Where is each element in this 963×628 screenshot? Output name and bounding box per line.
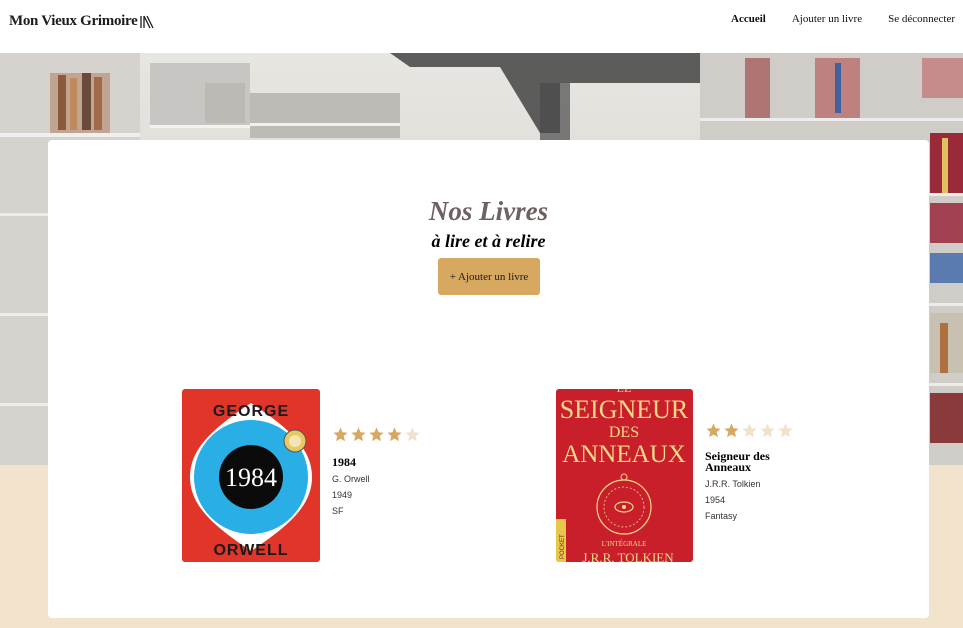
cover-1984-author-first: GEORGE: [213, 403, 289, 420]
book-title: 1984: [332, 455, 356, 469]
book-card-seigneur-des-anneaux[interactable]: LE SEIGNEUR DES ANNEAUX L'INTÉGRALE J.R.…: [556, 389, 795, 562]
main-nav: Accueil Ajouter un livre Se déconnecter: [705, 13, 955, 25]
page-title: Nos Livres: [428, 196, 549, 226]
star-empty-icon: [742, 423, 757, 438]
nav-link-accueil[interactable]: Accueil: [731, 13, 766, 25]
book-info-seigneur-des-anneaux: Seigneur des Anneaux J.R.R. Tolkien 1954…: [705, 389, 795, 562]
book-info-1984: 1984 G. Orwell 1949 SF: [332, 389, 422, 562]
cover-1984-title: 1984: [225, 463, 277, 492]
star-filled-icon: [333, 427, 348, 442]
top-header: Mon Vieux Grimoire Accueil Ajouter un li…: [0, 0, 963, 53]
cover-1984-art: GEORGE 1984 ORWELL: [182, 389, 320, 562]
star-filled-icon: [724, 423, 739, 438]
cover-lotr-line3: DES: [609, 424, 639, 441]
cover-lotr-spine-label: POCKET: [560, 534, 566, 559]
star-filled-icon: [387, 427, 402, 442]
brand-logo[interactable]: Mon Vieux Grimoire: [9, 13, 155, 30]
star-filled-icon: [706, 423, 721, 438]
nav-link-ajouter-livre[interactable]: Ajouter un livre: [792, 13, 862, 25]
book-genre: SF: [332, 506, 344, 516]
nav-link-deconnexion[interactable]: Se déconnecter: [888, 13, 955, 25]
book-genre: Fantasy: [705, 511, 738, 521]
brand-name: Mon Vieux Grimoire: [9, 13, 138, 29]
book-title: Seigneur des Anneaux: [705, 449, 770, 474]
star-filled-icon: [351, 427, 366, 442]
books-card: Nos Livres à lire et à relire + Ajouter …: [48, 140, 929, 618]
cover-lotr-line2: SEIGNEUR: [560, 395, 689, 424]
book-card-1984[interactable]: GEORGE 1984 ORWELL 1984 G. Orwell 1949 S…: [182, 389, 422, 562]
book-year: 1954: [705, 495, 726, 505]
add-book-button[interactable]: + Ajouter un livre: [438, 258, 540, 295]
book-logo-icon: [140, 15, 155, 29]
book-author: G. Orwell: [332, 474, 370, 484]
cover-lotr-author: J.R.R. TOLKIEN: [582, 550, 674, 562]
star-empty-icon: [760, 423, 775, 438]
cover-lotr-edition: L'INTÉGRALE: [602, 540, 647, 548]
star-filled-icon: [369, 427, 384, 442]
rating-stars: [705, 422, 795, 440]
book-year: 1949: [332, 490, 353, 500]
book-cover-seigneur-des-anneaux: LE SEIGNEUR DES ANNEAUX L'INTÉGRALE J.R.…: [556, 389, 693, 562]
star-empty-icon: [405, 427, 420, 442]
book-cover-1984: GEORGE 1984 ORWELL: [182, 389, 320, 562]
cover-lotr-line4: ANNEAUX: [562, 441, 686, 468]
page-subtitle: à lire et à relire: [431, 231, 546, 251]
cover-1984-author-last: ORWELL: [213, 542, 288, 559]
rating-stars: [332, 426, 422, 444]
cover-lotr-art: LE SEIGNEUR DES ANNEAUX L'INTÉGRALE J.R.…: [556, 389, 693, 562]
book-author: J.R.R. Tolkien: [705, 479, 761, 489]
star-empty-icon: [778, 423, 793, 438]
